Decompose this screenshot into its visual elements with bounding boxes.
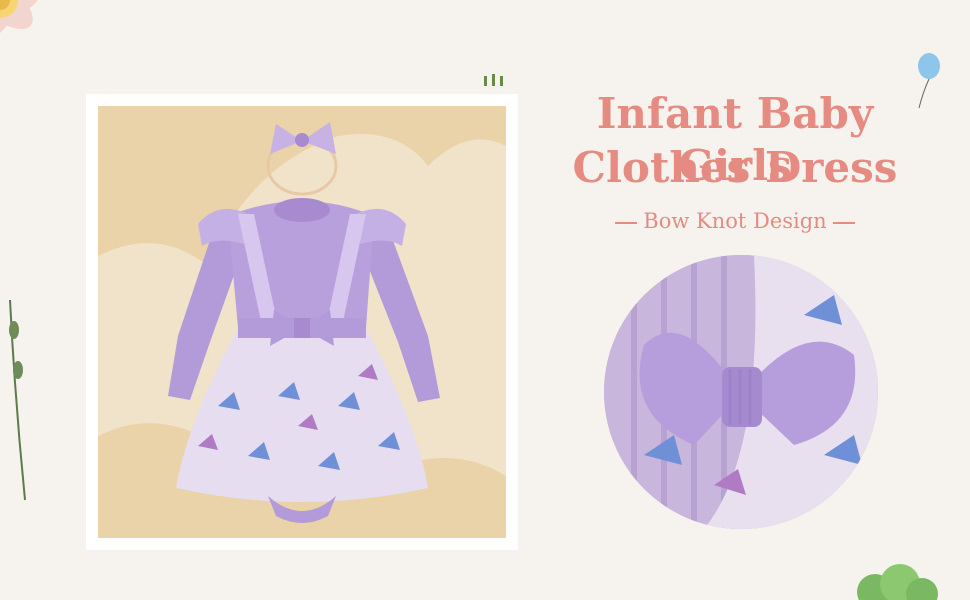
bow-closeup-illustration [604,255,878,529]
dress-illustration [98,106,506,538]
feature-subtitle: Bow Knot Design [540,206,930,236]
product-title-line2: Clothes Dress [572,143,898,192]
leaf-sprig-icon [9,300,26,500]
feature-subtitle-text: Bow Knot Design [643,209,827,233]
dash-decoration [615,221,638,224]
product-photo [98,106,506,538]
bow-detail-photo [604,255,878,529]
bush-icon [857,564,938,600]
flower-decoration-icon [0,0,40,39]
product-photo-frame [86,94,518,550]
dash-decoration [832,221,855,224]
sprout-icon [484,74,503,86]
